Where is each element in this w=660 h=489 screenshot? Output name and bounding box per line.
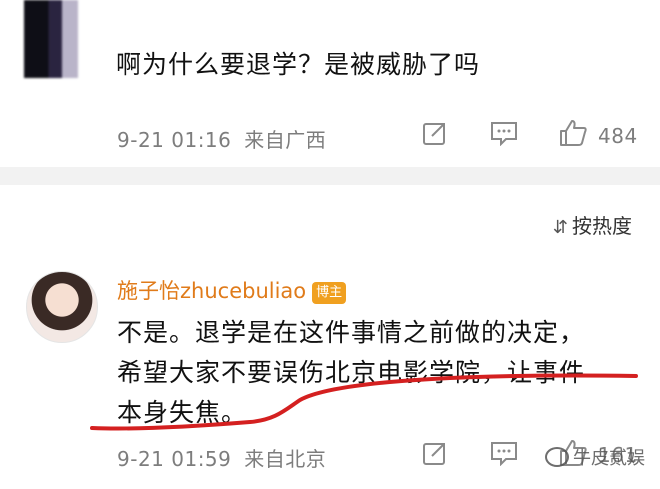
avatar[interactable]	[26, 271, 98, 343]
username[interactable]: 施子怡zhucebuliao	[117, 279, 306, 303]
share-icon[interactable]	[422, 440, 448, 466]
red-underline-annotation	[90, 373, 638, 431]
reply-line-1: 不是。退学是在这件事情之前做的决定，	[117, 318, 586, 347]
blurred-avatar[interactable]	[24, 0, 78, 78]
sort-label: 按热度	[572, 214, 632, 238]
comment-location: 来自广西	[244, 128, 327, 152]
comment-icon[interactable]	[490, 440, 518, 466]
reply-time: 9-21 01:59	[117, 447, 232, 471]
sort-toggle[interactable]: ⇵ 按热度	[553, 210, 632, 239]
username-row: 施子怡zhucebuliao 博主	[117, 275, 347, 305]
sort-icon: ⇵	[552, 217, 568, 238]
like-count: 484	[598, 124, 638, 148]
watermark: 牛皮贰娱	[545, 444, 645, 470]
comment-text: 啊为什么要退学？是被威胁了吗	[116, 50, 481, 79]
section-divider	[0, 167, 660, 185]
watermark-text: 牛皮贰娱	[573, 448, 645, 469]
comment-meta: 9-21 01:16 来自广西	[117, 124, 326, 153]
like-icon[interactable]	[558, 118, 588, 148]
author-badge: 博主	[312, 282, 347, 304]
share-icon[interactable]	[422, 120, 448, 146]
comment-icon[interactable]	[490, 120, 518, 146]
reply-location: 来自北京	[244, 447, 327, 471]
reply-meta: 9-21 01:59 来自北京	[117, 443, 326, 472]
wechat-logo-icon	[545, 447, 569, 467]
comment-time: 9-21 01:16	[117, 128, 232, 152]
